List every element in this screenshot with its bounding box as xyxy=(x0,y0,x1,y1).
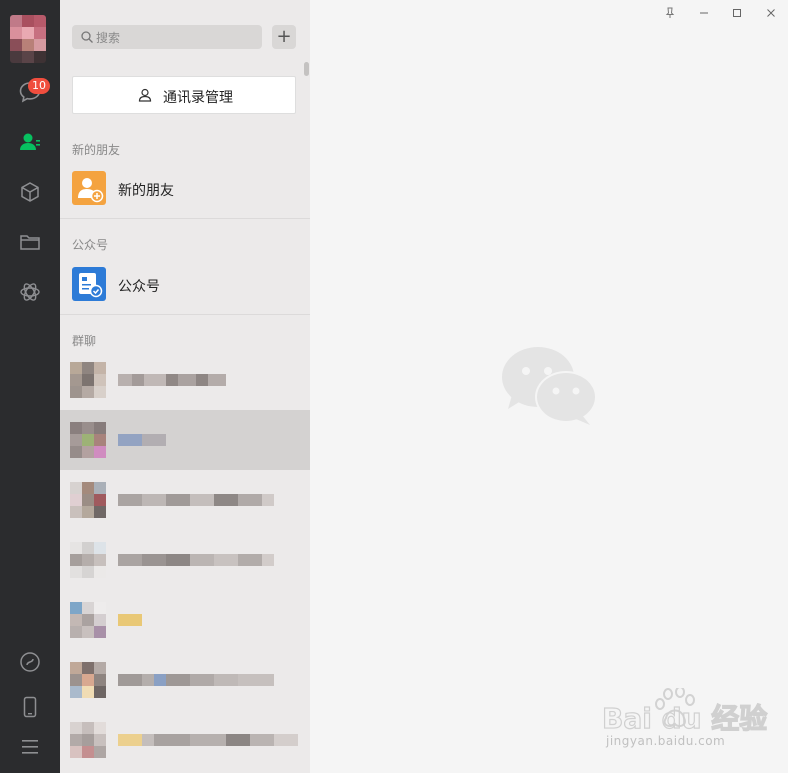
official-accounts-label: 公众号 xyxy=(118,279,160,295)
divider xyxy=(60,314,310,315)
official-accounts-section-title: 公众号 xyxy=(72,238,109,252)
search-placeholder: 搜索 xyxy=(96,31,121,45)
group-name xyxy=(118,494,274,506)
menu-icon[interactable] xyxy=(18,735,42,759)
main-area: Bai du 经验 jingyan.baidu.com xyxy=(310,0,788,773)
new-friends-label: 新的朋友 xyxy=(118,183,174,199)
search-input[interactable]: 搜索 xyxy=(72,25,262,49)
plus-icon: + xyxy=(276,26,292,47)
group-chat-item[interactable] xyxy=(60,350,310,410)
wechat-logo-icon xyxy=(502,347,598,425)
phone-icon[interactable] xyxy=(18,695,42,719)
group-chat-item[interactable] xyxy=(60,650,310,710)
group-name xyxy=(118,734,298,746)
contacts-panel: 搜索 + 通讯录管理 新的朋友 新的朋友 公众号 公众号 群聊 xyxy=(60,0,310,773)
cube-icon[interactable] xyxy=(18,180,42,204)
watermark-brand: Bai du 经验 xyxy=(602,702,767,735)
official-accounts-item[interactable]: 公众号 xyxy=(60,256,310,314)
channels-icon[interactable] xyxy=(18,650,42,674)
contacts-manage-label: 通讯录管理 xyxy=(163,90,233,106)
group-avatar xyxy=(70,602,106,638)
group-chat-item[interactable] xyxy=(60,470,310,530)
group-chat-item[interactable] xyxy=(60,710,310,770)
group-name xyxy=(118,434,166,446)
group-avatar xyxy=(70,482,106,518)
group-chats-section-title: 群聊 xyxy=(72,334,97,348)
close-icon[interactable] xyxy=(763,5,779,21)
search-icon xyxy=(81,31,93,43)
group-chat-item[interactable] xyxy=(60,410,310,470)
group-chat-item[interactable] xyxy=(60,530,310,590)
group-name xyxy=(118,614,142,626)
contacts-manage-button[interactable]: 通讯录管理 xyxy=(72,76,296,114)
person-outline-icon xyxy=(138,88,152,102)
mini-program-icon[interactable] xyxy=(18,280,42,304)
divider xyxy=(60,218,310,219)
group-avatar xyxy=(70,722,106,758)
new-friends-item[interactable]: 新的朋友 xyxy=(60,160,310,218)
pin-icon[interactable] xyxy=(662,5,678,21)
group-name xyxy=(118,374,226,386)
contacts-icon[interactable] xyxy=(18,130,42,154)
minimize-icon[interactable] xyxy=(696,5,712,21)
scrollbar[interactable] xyxy=(304,62,309,76)
sidebar: 10 xyxy=(0,0,60,773)
new-friends-section-title: 新的朋友 xyxy=(72,143,121,157)
folder-icon[interactable] xyxy=(18,230,42,254)
group-avatar xyxy=(70,422,106,458)
add-button[interactable]: + xyxy=(272,25,296,49)
group-name xyxy=(118,554,274,566)
group-avatar xyxy=(70,662,106,698)
group-avatar xyxy=(70,362,106,398)
maximize-icon[interactable] xyxy=(729,5,745,21)
group-name xyxy=(118,674,274,686)
group-chat-item[interactable] xyxy=(60,590,310,650)
official-account-icon xyxy=(72,267,106,301)
unread-badge: 10 xyxy=(28,78,50,94)
new-friend-icon xyxy=(72,171,106,205)
avatar[interactable] xyxy=(10,15,46,63)
watermark-url: jingyan.baidu.com xyxy=(606,734,726,748)
group-avatar xyxy=(70,542,106,578)
